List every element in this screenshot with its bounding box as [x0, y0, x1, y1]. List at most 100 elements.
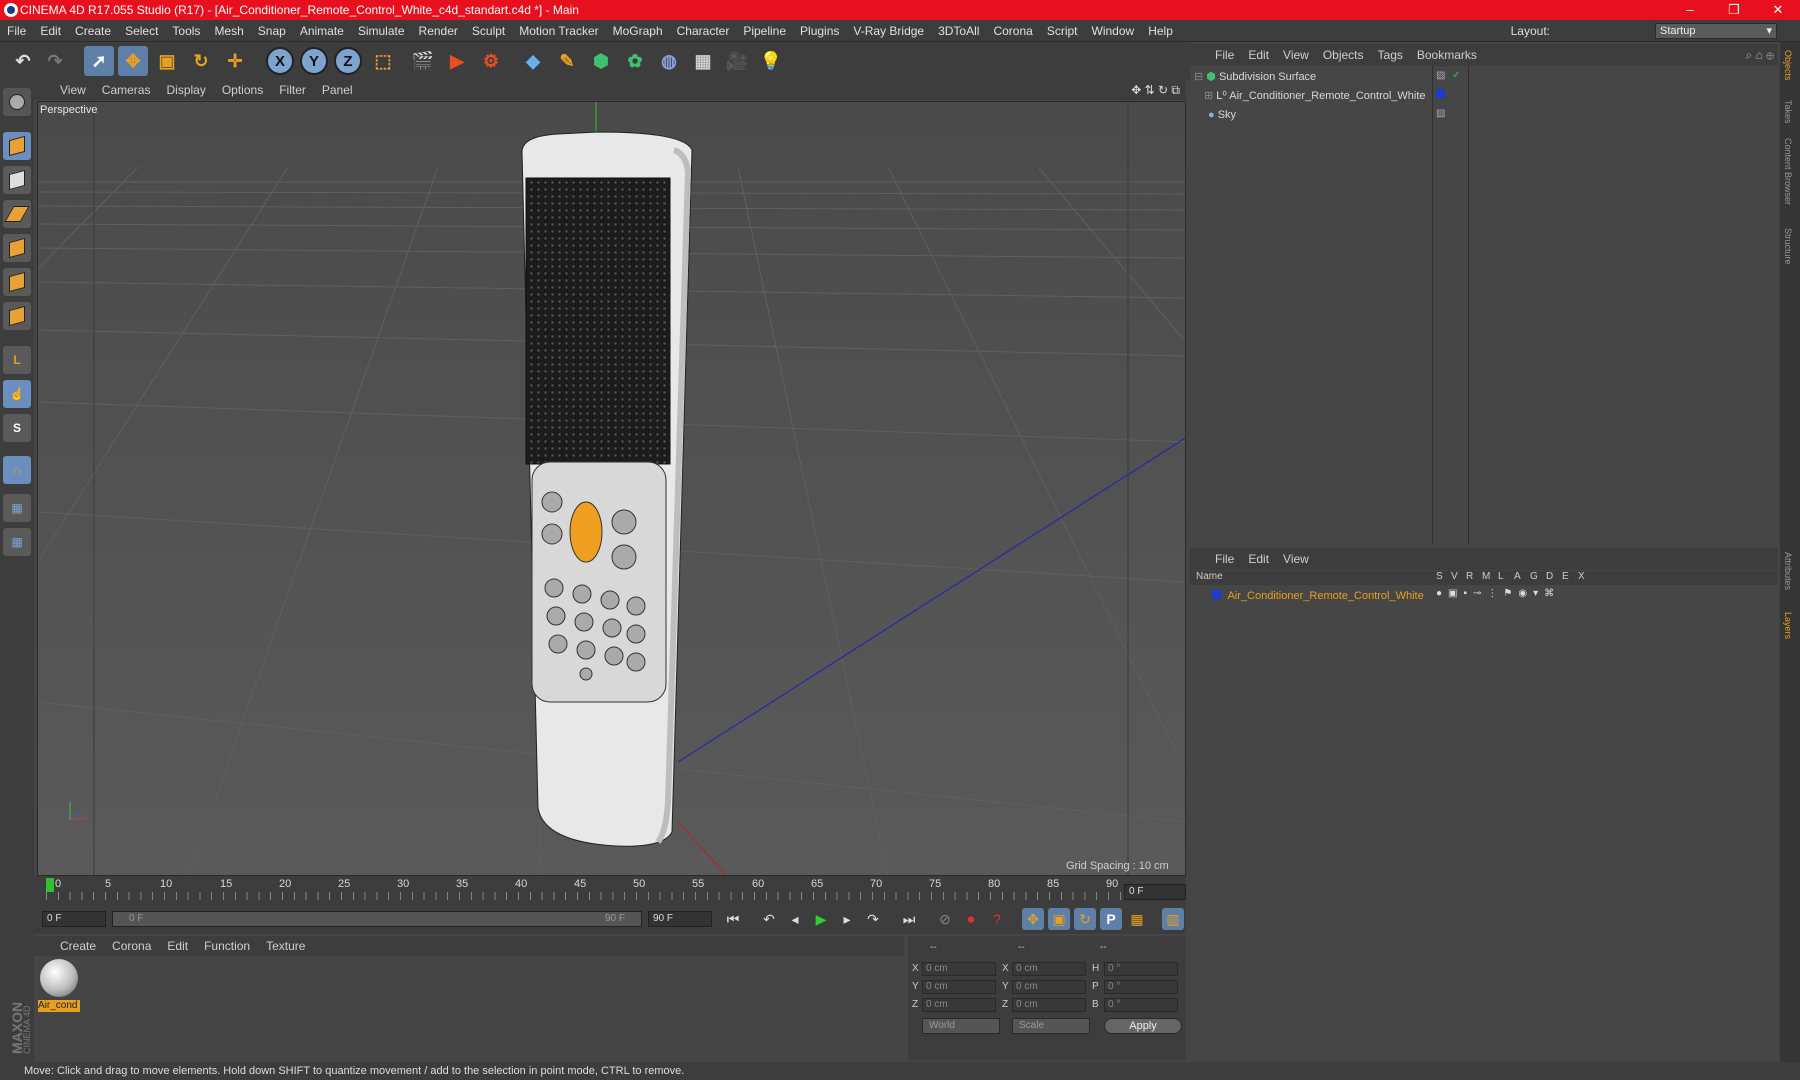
om-menu-edit[interactable]: Edit — [1241, 44, 1276, 66]
go-to-start-icon[interactable]: ⏮ — [722, 908, 744, 930]
floor-icon[interactable]: ▦ — [688, 46, 718, 76]
magnet-icon[interactable]: ∩ — [3, 456, 31, 484]
key-scale-icon[interactable]: ▣ — [1048, 908, 1070, 930]
menu-3dtoall[interactable]: 3DToAll — [931, 20, 986, 42]
undo-icon[interactable]: ↶ — [8, 46, 38, 76]
minimize-button[interactable]: – — [1668, 0, 1712, 20]
tab-structure[interactable]: Structure — [1783, 228, 1793, 265]
size-x-field[interactable]: 0 cm — [1012, 962, 1086, 976]
next-frame-icon[interactable]: ▸ — [836, 908, 858, 930]
menu-select[interactable]: Select — [118, 20, 165, 42]
layer-toggle-icons[interactable]: ●▣▪⊸⋮⚑◉▾⌘ — [1436, 588, 1560, 599]
playhead-marker[interactable] — [46, 878, 54, 892]
menu-edit[interactable]: Edit — [33, 20, 68, 42]
workplane-mode-icon[interactable] — [3, 200, 31, 228]
rotation-h-field[interactable]: 0 ° — [1104, 962, 1178, 976]
material-menu-function[interactable]: Function — [196, 936, 258, 956]
remote-control-model[interactable] — [521, 131, 693, 847]
layer-color-swatch[interactable] — [1436, 89, 1445, 98]
om-menu-file[interactable]: File — [1208, 44, 1241, 66]
viewport-menu-options[interactable]: Options — [214, 80, 271, 100]
mograph-cloner-icon[interactable]: ✿ — [620, 46, 650, 76]
size-mode-dropdown[interactable]: Scale — [1012, 1018, 1090, 1034]
previous-key-icon[interactable]: ↶ — [758, 908, 780, 930]
timeline-window-icon[interactable]: ▥ — [1162, 908, 1184, 930]
material-name-label[interactable]: Air_cond — [38, 1000, 80, 1012]
next-key-icon[interactable]: ↷ — [862, 908, 884, 930]
size-z-field[interactable]: 0 cm — [1012, 998, 1086, 1012]
material-menu-create[interactable]: Create — [52, 936, 104, 956]
record-active-objects-icon[interactable]: ⏺ — [960, 908, 982, 930]
points-mode-icon[interactable] — [3, 234, 31, 262]
menu-vray-bridge[interactable]: V-Ray Bridge — [846, 20, 931, 42]
key-rotation-icon[interactable]: ↻ — [1074, 908, 1096, 930]
layer-row[interactable]: Air_Conditioner_Remote_Control_White — [1212, 589, 1424, 603]
redo-icon[interactable]: ↷ — [40, 46, 70, 76]
spline-pen-icon[interactable]: ✎ — [552, 46, 582, 76]
layer-menu-file[interactable]: File — [1208, 548, 1241, 570]
menu-simulate[interactable]: Simulate — [351, 20, 412, 42]
tab-layers[interactable]: Layers — [1783, 612, 1793, 639]
menu-snap[interactable]: Snap — [251, 20, 293, 42]
move-icon[interactable]: ✥ — [118, 46, 148, 76]
x-axis-icon[interactable]: X — [266, 47, 294, 75]
record-disabled-icon[interactable]: ⊘ — [934, 908, 956, 930]
render-view-icon[interactable]: 🎬 — [408, 46, 438, 76]
menu-window[interactable]: Window — [1085, 20, 1142, 42]
model-mode-icon[interactable] — [3, 132, 31, 160]
position-z-field[interactable]: 0 cm — [922, 998, 996, 1012]
z-axis-icon[interactable]: Z — [334, 47, 362, 75]
visibility-toggle-icon[interactable]: ▨ — [1436, 108, 1445, 119]
object-row-sky[interactable]: ● Sky — [1208, 107, 1236, 123]
object-row-subdivision-surface[interactable]: ⊟ ⬢ Subdivision Surface — [1194, 69, 1316, 85]
viewport-nav-icons[interactable]: ✥ ⇅ ↻ ⧉ — [1131, 80, 1180, 100]
object-row-remote-control[interactable]: ⊞ L⁰ Air_Conditioner_Remote_Control_Whit… — [1204, 88, 1426, 104]
om-menu-view[interactable]: View — [1276, 44, 1316, 66]
menu-sculpt[interactable]: Sculpt — [465, 20, 512, 42]
viewport-menu-view[interactable]: View — [52, 80, 94, 100]
size-y-field[interactable]: 0 cm — [1012, 980, 1086, 994]
material-menu-texture[interactable]: Texture — [258, 936, 313, 956]
coordinate-system-icon[interactable]: ⬚ — [368, 46, 398, 76]
workplane-icon[interactable]: ▦ — [3, 528, 31, 556]
axis-mode-icon[interactable]: L — [3, 346, 31, 374]
camera-icon[interactable]: 🎥 — [722, 46, 752, 76]
autokeying-icon[interactable]: ? — [986, 908, 1008, 930]
menu-mesh[interactable]: Mesh — [207, 20, 250, 42]
texture-mode-icon[interactable] — [3, 166, 31, 194]
key-parameter-icon[interactable]: P — [1100, 908, 1122, 930]
go-to-end-icon[interactable]: ⏭ — [898, 908, 920, 930]
light-icon[interactable]: 💡 — [756, 46, 786, 76]
live-selection-icon[interactable]: ➚ — [84, 46, 114, 76]
tab-content-browser[interactable]: Content Browser — [1783, 138, 1793, 205]
tweak-mode-icon[interactable]: ☝ — [3, 380, 31, 408]
rotation-b-field[interactable]: 0 ° — [1104, 998, 1178, 1012]
edges-mode-icon[interactable] — [3, 268, 31, 296]
play-icon[interactable]: ▶ — [810, 908, 832, 930]
lock-workplane-icon[interactable]: ▦ — [3, 494, 31, 522]
visibility-toggle-icon[interactable]: ▨ — [1436, 70, 1445, 81]
menu-script[interactable]: Script — [1040, 20, 1085, 42]
viewport-3d[interactable] — [37, 101, 1186, 876]
menu-create[interactable]: Create — [68, 20, 118, 42]
menu-corona[interactable]: Corona — [986, 20, 1039, 42]
layout-dropdown[interactable]: Startup ▾ — [1655, 23, 1777, 39]
scale-icon[interactable]: ▣ — [152, 46, 182, 76]
expand-icon[interactable]: ⊞ — [1204, 90, 1213, 102]
tab-attributes[interactable]: Attributes — [1783, 552, 1793, 590]
om-menu-bookmarks[interactable]: Bookmarks — [1410, 44, 1484, 66]
previous-frame-icon[interactable]: ◂ — [784, 908, 806, 930]
rotation-p-field[interactable]: 0 ° — [1104, 980, 1178, 994]
menu-mograph[interactable]: MoGraph — [606, 20, 670, 42]
menu-file[interactable]: File — [0, 20, 33, 42]
material-menu-corona[interactable]: Corona — [104, 936, 159, 956]
layer-color-swatch[interactable] — [1212, 590, 1221, 599]
start-frame-field[interactable]: 0 F — [42, 911, 106, 927]
apply-button[interactable]: Apply — [1104, 1018, 1182, 1034]
menu-render[interactable]: Render — [412, 20, 465, 42]
snap-icon[interactable]: S — [3, 414, 31, 442]
enabled-check-icon[interactable]: ✓ — [1452, 70, 1460, 81]
om-menu-objects[interactable]: Objects — [1316, 44, 1371, 66]
deformer-icon[interactable]: ◍ — [654, 46, 684, 76]
menu-tools[interactable]: Tools — [165, 20, 207, 42]
